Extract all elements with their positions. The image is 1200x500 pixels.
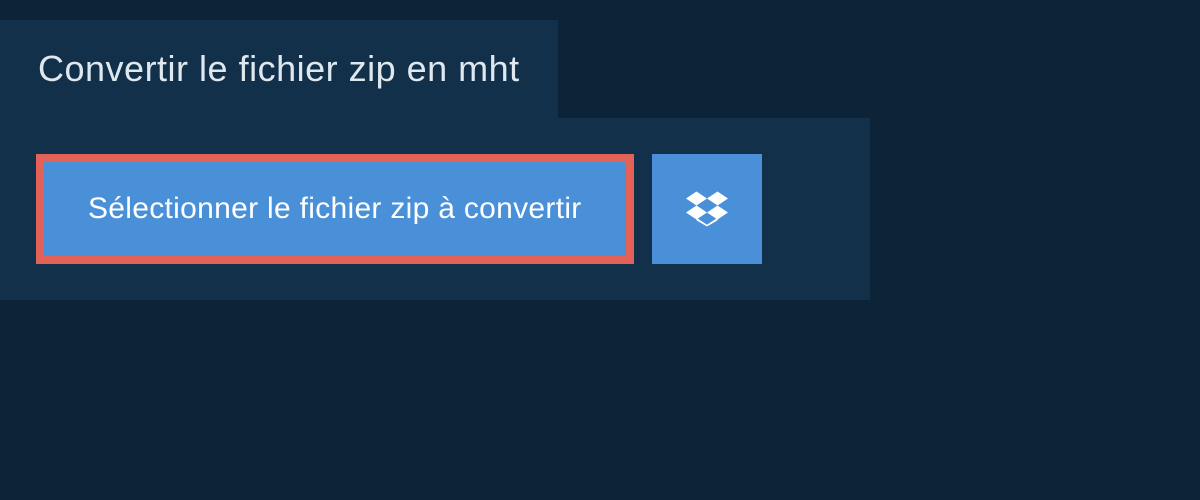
select-file-button[interactable]: Sélectionner le fichier zip à convertir (36, 154, 634, 264)
dropbox-icon (686, 188, 728, 230)
upload-panel: Sélectionner le fichier zip à convertir (0, 118, 870, 300)
dropbox-button[interactable] (652, 154, 762, 264)
header-tab: Convertir le fichier zip en mht (0, 20, 558, 118)
button-row: Sélectionner le fichier zip à convertir (36, 154, 834, 264)
page-title: Convertir le fichier zip en mht (38, 48, 520, 90)
